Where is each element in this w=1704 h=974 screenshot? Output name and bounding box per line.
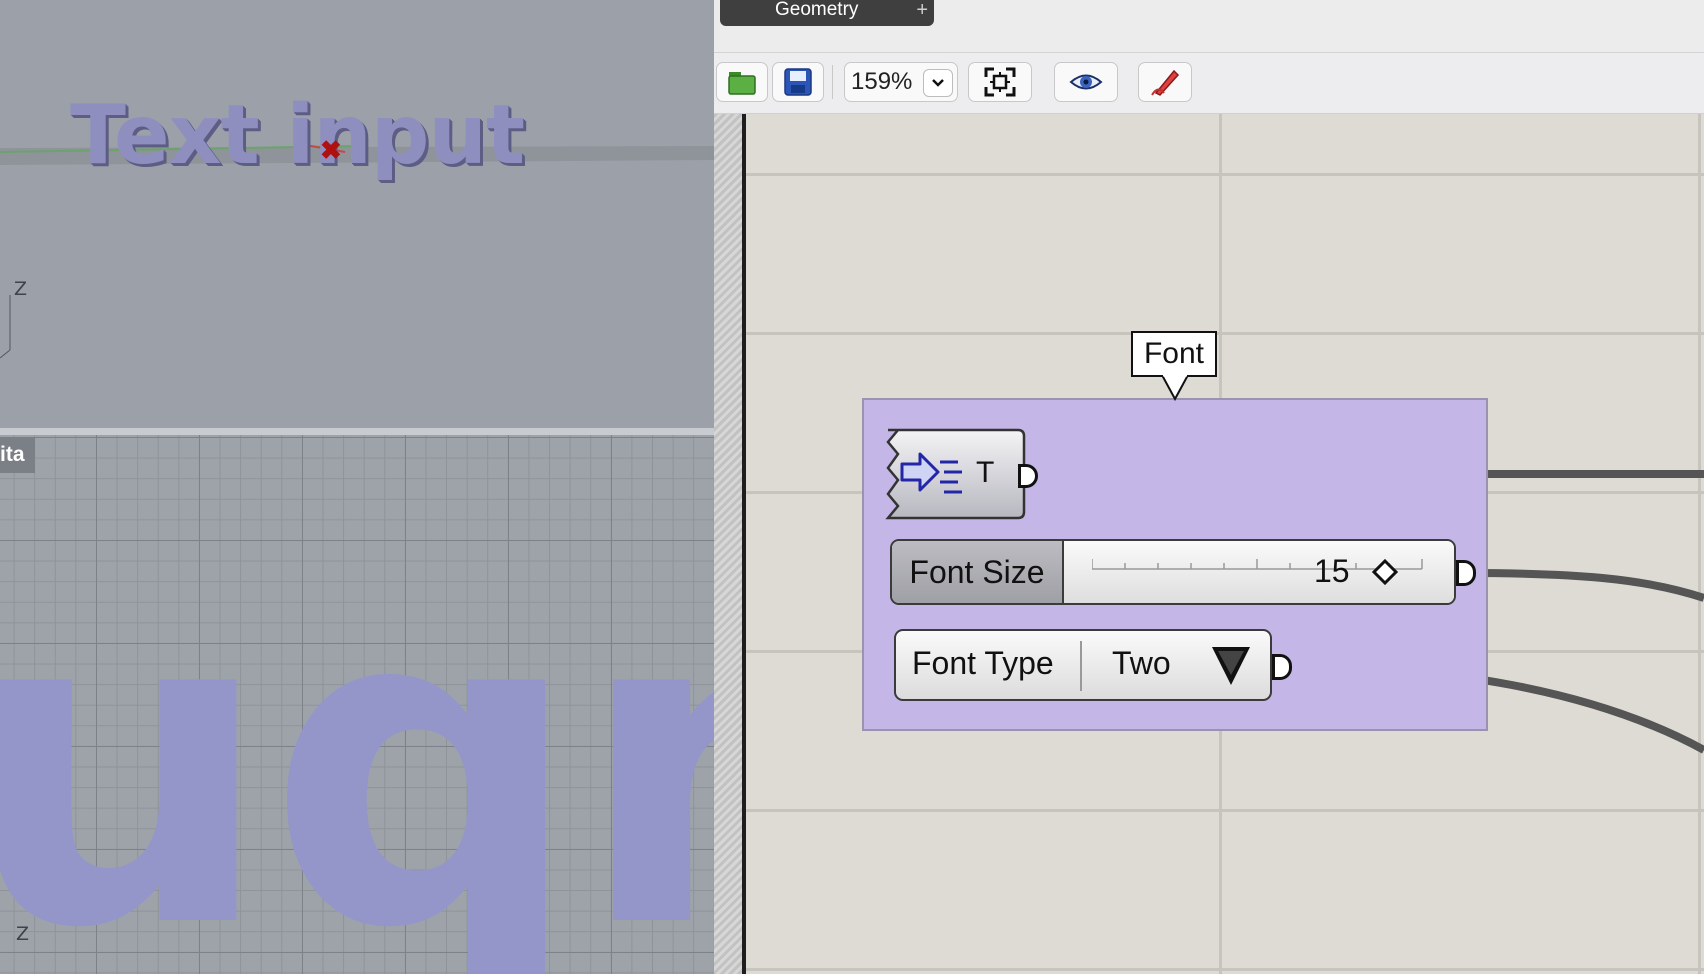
group-name-bubble[interactable]: Font — [1131, 331, 1217, 377]
text-param-label: T — [976, 456, 995, 489]
origin-marker-icon: ✖ — [320, 135, 342, 165]
font-type-value-list[interactable]: Font Type Two — [894, 629, 1272, 701]
text-outline-preview: uqni — [0, 512, 714, 974]
ground-plane-lines — [0, 143, 714, 359]
value-list-separator — [1080, 641, 1082, 691]
slider-track[interactable]: 15 — [1064, 541, 1454, 603]
viewport-divider[interactable] — [0, 428, 714, 435]
value-list-label: Font Type — [912, 645, 1054, 681]
wire-font-size — [1461, 569, 1704, 602]
perspective-viewport[interactable]: Text input ✖ Z — [0, 0, 714, 428]
top-viewport[interactable]: uqni Z — [0, 435, 714, 974]
dropdown-triangle-icon[interactable] — [1210, 645, 1252, 687]
slider-label: Font Size — [892, 541, 1064, 603]
axis-z-label: Z — [14, 278, 28, 300]
text-param-component[interactable]: T — [880, 428, 1038, 520]
axis-z-label: Z — [16, 923, 30, 945]
grasshopper-window: Geometry + 159% Font T Font Size 15 Font… — [714, 0, 1704, 974]
slider-handle-icon[interactable] — [1372, 559, 1398, 585]
viewport-title-tab[interactable]: ita — [0, 437, 35, 473]
extruded-text-preview: Text input — [70, 88, 525, 183]
bubble-pointer — [1162, 375, 1188, 401]
text-param-icon — [900, 452, 962, 494]
font-size-slider[interactable]: Font Size 15 — [890, 539, 1456, 605]
value-list-selection[interactable]: Two — [1112, 645, 1171, 682]
slider-value: 15 — [1314, 553, 1350, 589]
